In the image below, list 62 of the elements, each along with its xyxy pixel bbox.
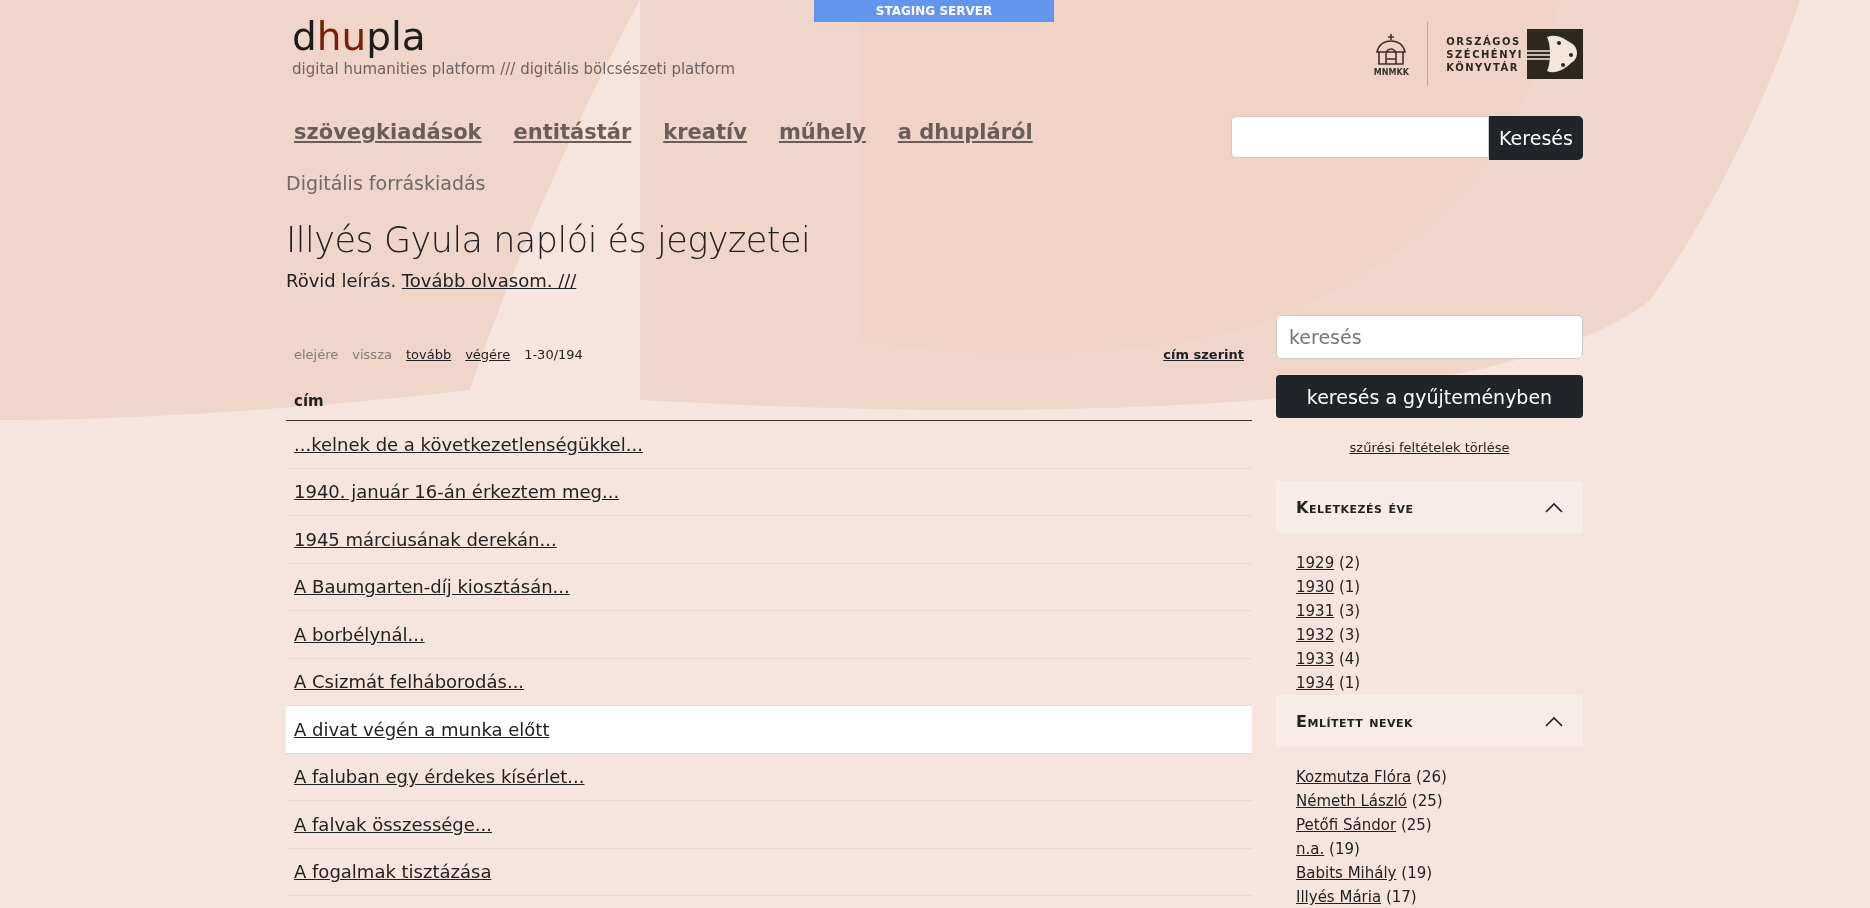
sort-link[interactable]: cím szerint [1163,347,1244,362]
facet-count: (25) [1400,816,1432,834]
search-field[interactable] [1231,116,1489,158]
facet-header[interactable]: Említett nevek [1276,695,1583,747]
title-link[interactable]: A fogalmak tisztázása [294,861,492,883]
nav-link[interactable]: a dhupláról [897,120,1033,144]
facet-link[interactable]: Babits Mihály [1296,864,1397,882]
facet-header[interactable]: Keletkezés éve [1276,481,1583,533]
facet-count: (25) [1411,792,1443,810]
clear-filters-link[interactable]: szűrési feltételek törlése [1349,440,1510,455]
pagination-link[interactable]: tovább [405,347,452,362]
title-link[interactable]: 1945 márciusának derekán... [294,528,557,550]
column-header: cím [294,392,324,410]
nav-link[interactable]: műhely [778,120,866,144]
facet-count: (1) [1338,578,1361,596]
facet-link[interactable]: Illyés Mária [1296,888,1382,906]
pagination-link[interactable]: végére [465,347,511,362]
search-button[interactable]: Keresés [1489,116,1583,160]
facet-link[interactable]: 1932 [1296,626,1335,644]
facet-link[interactable]: 1930 [1296,578,1335,596]
breadcrumb: Digitális forráskiadás [286,172,487,194]
facet-count: (4) [1338,650,1361,668]
facet-count: (3) [1338,626,1361,644]
staging-banner: STAGING SERVER [814,0,1054,22]
facet-link[interactable]: 1934 [1296,674,1335,692]
title-link[interactable]: A faluban egy érdekes kísérlet... [294,766,585,788]
facet-title: Említett nevek [1296,711,1414,731]
facet-title: Keletkezés éve [1296,497,1414,517]
page-title: Illyés Gyula naplói és jegyzetei [286,220,812,260]
title-link[interactable]: 1940. január 16-án érkeztem meg... [294,481,620,503]
title-link[interactable]: ...kelnek de a következetlenségükkel... [294,433,643,455]
facet-link[interactable]: Petőfi Sándor [1296,816,1397,834]
facet-count: (1) [1338,674,1361,692]
title-link[interactable]: A divat végén a munka előtt [294,718,550,740]
facet-count: (19) [1401,864,1433,882]
facet-count: (17) [1385,888,1417,906]
nav-link[interactable]: szövegkiadások [294,120,482,144]
title-link[interactable]: A Csizmát felháborodás... [294,671,525,693]
facet-link[interactable]: Kozmutza Flóra [1296,768,1412,786]
title-link[interactable]: A Baumgarten-díj kiosztásán... [294,576,570,598]
read-more-link[interactable]: Tovább olvasom. /// [401,270,577,291]
facet-link[interactable]: 1929 [1296,554,1335,572]
mnmkk-logo[interactable]: MNMKK [1373,31,1410,77]
nav-link[interactable]: kreatív [663,120,747,144]
nav-link[interactable]: entitástár [513,120,632,144]
dhupla-logo[interactable]: dhupla [292,16,736,58]
facet-link[interactable]: 1933 [1296,650,1335,668]
facet-link[interactable]: 1931 [1296,602,1335,620]
search-field[interactable]: keresés [1276,315,1583,359]
description-text: Rövid leírás. [286,270,397,291]
facet-count: (2) [1338,554,1361,572]
tagline: digital humanities platform /// digitális bölcsészeti platform [292,60,736,78]
facet-count: (26) [1416,768,1447,786]
facet-count: (3) [1338,602,1361,620]
facet-link[interactable]: Németh László [1296,792,1408,810]
title-link[interactable]: A falvak összessége... [294,813,493,835]
page-range: 1-30/194 [524,347,583,362]
facet-link[interactable]: n.a. [1296,840,1325,858]
facet-count: (19) [1329,840,1360,858]
oszk-logo[interactable]: ORSZÁGOS SZÉCHÉNYI KÖNYVTÁR [1446,29,1583,79]
title-link[interactable]: A borbélynál... [294,623,425,645]
collection-search-button[interactable]: keresés a gyűjteményben [1276,375,1583,418]
